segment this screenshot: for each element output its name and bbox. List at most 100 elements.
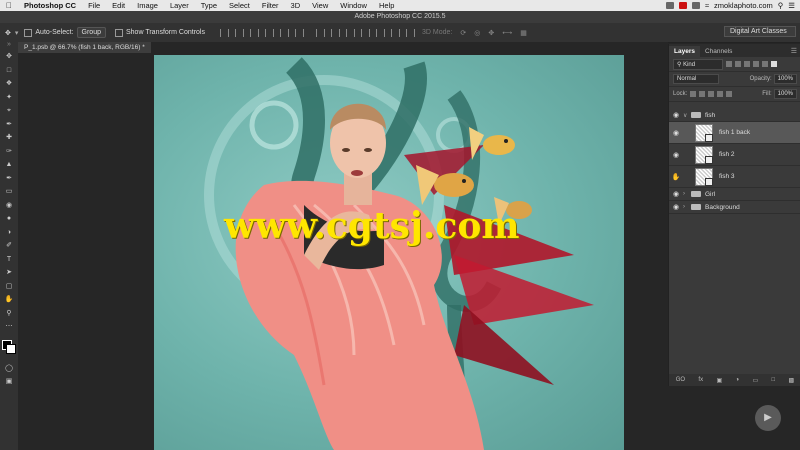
eye-icon[interactable]: ◉ [669,190,683,198]
menu-window[interactable]: Window [334,1,373,10]
distribute-top-icon[interactable] [315,28,325,37]
tab-layers[interactable]: Layers [669,46,700,57]
fill-field[interactable]: 100% [773,89,797,99]
menu-help[interactable]: Help [373,1,400,10]
layer-group-background[interactable]: ◉ › Background [669,201,800,214]
move-tool-icon[interactable]: ✥ [0,50,18,64]
transform-checkbox[interactable] [115,28,123,37]
menu-list-icon[interactable]: ☰ [788,1,795,10]
path-select-tool-icon[interactable]: ➤ [0,266,18,280]
eye-icon[interactable]: ◉ [669,203,683,211]
filter-toggle-icon[interactable] [771,61,777,67]
zoom-tool-icon[interactable]: ⚲ [0,307,18,321]
marquee-tool-icon[interactable]: □ [0,64,18,78]
new-layer-icon[interactable]: □ [772,377,776,383]
artwork-image[interactable]: www.cgtsj.com [154,55,624,450]
healing-tool-icon[interactable]: ✚ [0,131,18,145]
filter-adjustment-icon[interactable] [735,61,741,67]
search-icon[interactable]: ⚲ [778,1,784,10]
lock-artboard-icon[interactable] [717,91,724,97]
eye-icon[interactable]: ◉ [669,151,683,159]
trash-icon[interactable]: ▩ [789,377,795,384]
auto-select-checkbox[interactable] [24,28,33,37]
menu-3d[interactable]: 3D [285,1,307,10]
distribute-left-icon[interactable] [360,28,370,37]
stamp-tool-icon[interactable]: ▲ [0,158,18,172]
chevron-right-icon[interactable]: › [683,191,691,197]
align-center-icon[interactable] [279,28,289,37]
3d-roll-icon[interactable]: ◎ [474,29,480,37]
adjustment-layer-icon[interactable]: ◑ [736,377,740,383]
menu-edit[interactable]: Edit [106,1,131,10]
align-left-icon[interactable] [264,28,274,37]
move-tool-icon[interactable]: ✥ [5,29,11,37]
brush-tool-icon[interactable]: ✑ [0,145,18,159]
chevron-down-icon[interactable]: ▾ [15,29,19,37]
eye-icon[interactable]: ◉ [669,111,683,119]
history-brush-icon[interactable]: ✒ [0,172,18,186]
apple-icon[interactable]:  [0,1,18,10]
menu-layer[interactable]: Layer [164,1,195,10]
eye-icon[interactable]: ✋ [669,173,683,181]
lock-all-icon[interactable] [726,91,733,97]
more-tools-icon[interactable]: ⋯ [0,320,18,334]
quick-mask-icon[interactable]: ◯ [0,362,18,376]
menu-type[interactable]: Type [195,1,223,10]
canvas-area[interactable]: www.cgtsj.com [18,53,668,450]
tab-channels[interactable]: Channels [700,46,737,57]
eyedropper-tool-icon[interactable]: ✒ [0,118,18,132]
dodge-tool-icon[interactable]: ◑ [0,226,18,240]
crop-tool-icon[interactable]: ⌖ [0,104,18,118]
lasso-tool-icon[interactable]: ❖ [0,77,18,91]
filter-type-icon[interactable] [744,61,750,67]
chevron-down-icon[interactable]: ∨ [683,112,691,119]
pen-tool-icon[interactable]: ✐ [0,239,18,253]
3d-scale-icon[interactable]: ▦ [520,29,527,37]
distribute-right-icon[interactable] [390,28,400,37]
lock-image-icon[interactable] [699,91,706,97]
add-mask-icon[interactable]: ▣ [716,377,722,384]
menu-file[interactable]: File [82,1,106,10]
layer-fish-1-back[interactable]: ◉ fish 1 back [669,122,800,144]
fx-icon[interactable]: fx [698,377,703,383]
layer-fish-3[interactable]: ✋ fish 3 [669,166,800,188]
record-icon[interactable] [678,2,687,9]
paint-bucket-icon[interactable]: ◉ [0,199,18,213]
lock-transparent-icon[interactable] [690,91,697,97]
align-right-icon[interactable] [294,28,304,37]
menu-app[interactable]: Photoshop CC [18,1,82,10]
align-top-icon[interactable] [219,28,229,37]
filter-pixel-icon[interactable] [726,61,732,67]
opacity-field[interactable]: 100% [773,74,797,84]
panel-menu-icon[interactable]: ☰ [787,45,800,57]
quick-select-tool-icon[interactable]: ✦ [0,91,18,105]
dropbox-icon[interactable] [665,2,674,9]
workspace-dropdown[interactable]: Digital Art Classes [724,26,796,37]
new-group-icon[interactable]: ▭ [753,377,759,384]
background-color-swatch[interactable] [6,343,16,354]
chevron-right-icon[interactable]: › [683,204,691,210]
document-tab[interactable]: P_1.psb @ 66.7% (fish 1 back, RGB/16) * [18,42,151,53]
distribute-middle-icon[interactable] [330,28,340,37]
collapse-icon[interactable]: » [0,41,18,50]
wifi-icon[interactable]: ≈ [705,1,709,10]
auto-select-dropdown[interactable]: Group [76,27,106,38]
lock-position-icon[interactable] [708,91,715,97]
layer-group-girl[interactable]: ◉ › Girl [669,188,800,201]
3d-rotate-icon[interactable]: ⟳ [460,29,466,37]
type-tool-icon[interactable]: T [0,253,18,267]
align-bottom-icon[interactable] [249,28,259,37]
eraser-tool-icon[interactable]: ▭ [0,185,18,199]
link-layers-icon[interactable]: GO [676,377,685,383]
play-icon[interactable]: ▶ [755,405,781,431]
auto-align-icon[interactable] [405,28,415,37]
menu-filter[interactable]: Filter [256,1,285,10]
menu-image[interactable]: Image [131,1,164,10]
3d-pan-icon[interactable]: ✥ [488,29,494,37]
eye-icon[interactable]: ◉ [669,129,683,137]
filter-shape-icon[interactable] [753,61,759,67]
cloud-icon[interactable] [691,2,700,9]
distribute-bottom-icon[interactable] [345,28,355,37]
align-middle-icon[interactable] [234,28,244,37]
filter-kind-dropdown[interactable]: ⚲ Kind [673,58,723,70]
